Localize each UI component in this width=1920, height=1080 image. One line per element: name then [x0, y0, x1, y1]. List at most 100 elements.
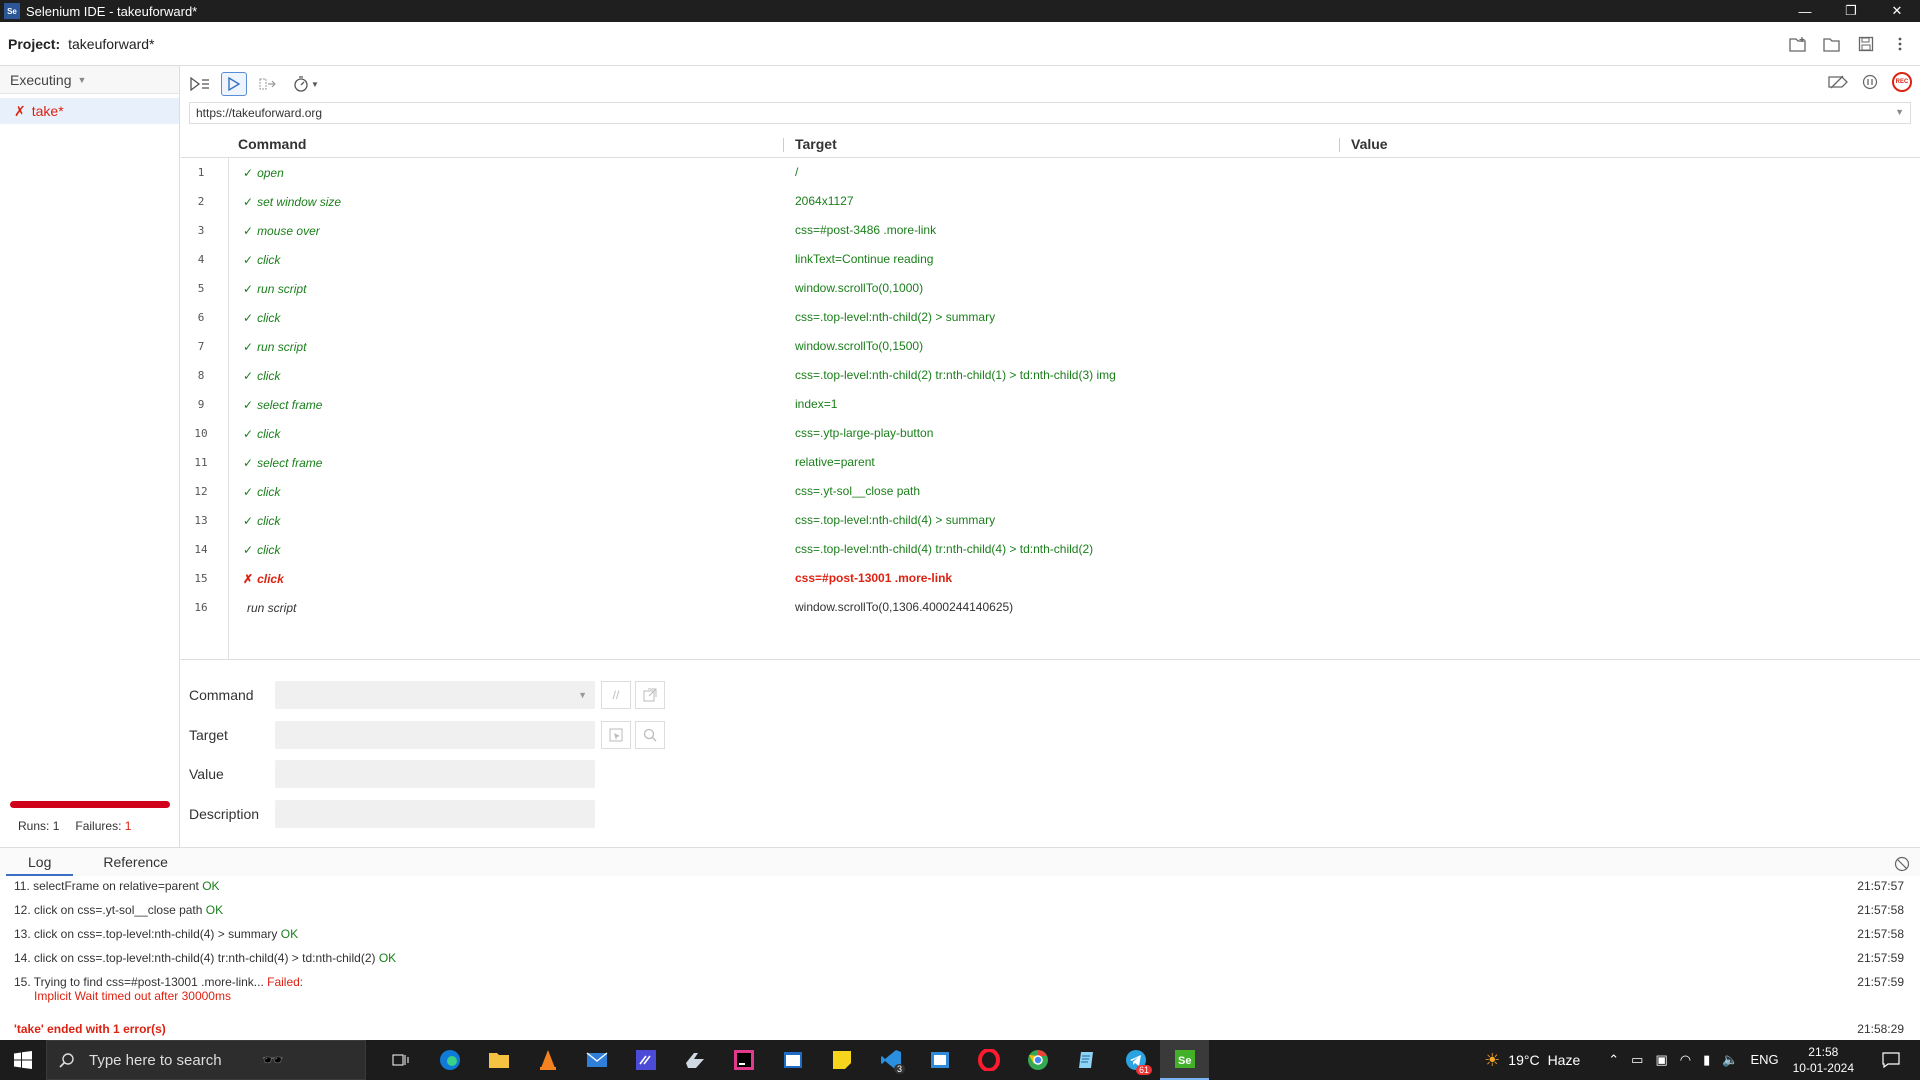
close-window-button[interactable]: ✕ [1874, 0, 1920, 22]
display-icon[interactable]: ▣ [1655, 1052, 1667, 1068]
mail-icon[interactable] [572, 1040, 621, 1080]
record-button-icon[interactable]: REC [1892, 72, 1912, 92]
runs-label: Runs: [18, 819, 50, 833]
file-explorer-icon[interactable] [474, 1040, 523, 1080]
base-url-input[interactable]: https://takeuforward.org ▼ [189, 102, 1911, 124]
command-name: click [257, 253, 281, 267]
check-icon: ✓ [243, 340, 254, 354]
edge-icon[interactable] [425, 1040, 474, 1080]
target-cell: relative=parent [795, 455, 875, 469]
select-target-icon[interactable] [601, 721, 631, 749]
chevron-down-icon[interactable]: ▼ [578, 690, 587, 700]
check-icon: ✓ [243, 166, 254, 180]
opera-icon[interactable] [964, 1040, 1013, 1080]
table-row[interactable]: 2 ✓ set window size 2064x1127 [181, 187, 1920, 216]
visual-studio-icon[interactable] [621, 1040, 670, 1080]
minimize-button[interactable]: — [1782, 0, 1828, 22]
vscode-icon[interactable]: 3 [866, 1040, 915, 1080]
clear-log-icon[interactable] [1892, 854, 1912, 874]
value-input[interactable] [275, 760, 595, 788]
speed-dropdown[interactable]: ▼ [289, 72, 323, 96]
notification-center-icon[interactable] [1876, 1052, 1906, 1068]
table-header: Command Target Value [181, 130, 1920, 158]
test-item-take[interactable]: ✗ take* [0, 98, 179, 124]
table-row[interactable]: 11 ✓ select frame relative=parent [181, 448, 1920, 477]
comment-toggle-button[interactable]: // [601, 681, 631, 709]
log-status: OK [205, 903, 224, 917]
new-project-icon[interactable] [1788, 34, 1808, 54]
intellij-icon[interactable] [719, 1040, 768, 1080]
more-options-icon[interactable] [1890, 34, 1910, 54]
target-input[interactable] [275, 721, 595, 749]
runs-count: Runs: 1 [18, 819, 59, 833]
command-cell: ✓ select frame [243, 456, 322, 470]
selenium-app-icon: Se [4, 3, 20, 19]
vlc-icon[interactable] [523, 1040, 572, 1080]
app-window-2-icon[interactable] [915, 1040, 964, 1080]
open-project-icon[interactable] [1822, 34, 1842, 54]
notepad-icon[interactable] [1062, 1040, 1111, 1080]
chevron-down-icon[interactable]: ▼ [1895, 107, 1904, 117]
table-row[interactable]: 12 ✓ click css=.yt-sol__close path [181, 477, 1920, 506]
taskbar-clock[interactable]: 21:58 10-01-2024 [1793, 1044, 1854, 1076]
battery-icon[interactable]: ▮ [1703, 1052, 1710, 1068]
show-hidden-icons-icon[interactable]: ⌃ [1608, 1052, 1619, 1068]
telegram-icon[interactable]: 61 [1111, 1040, 1160, 1080]
table-row[interactable]: 9 ✓ select frame index=1 [181, 390, 1920, 419]
run-current-test-button[interactable] [221, 72, 247, 96]
project-name[interactable]: takeuforward* [68, 36, 154, 52]
description-input[interactable] [275, 800, 595, 828]
tab-log[interactable]: Log [6, 854, 74, 876]
disable-breakpoints-icon[interactable] [1828, 72, 1848, 92]
table-row[interactable]: 3 ✓ mouse over css=#post-3486 .more-link [181, 216, 1920, 245]
table-row[interactable]: 8 ✓ click css=.top-level:nth-child(2) tr:nt… [181, 361, 1920, 390]
table-row[interactable]: 14 ✓ click css=.top-level:nth-child(4) tr:n… [181, 535, 1920, 564]
command-input[interactable]: ▼ [275, 681, 595, 709]
run-all-tests-button[interactable] [187, 72, 213, 96]
taskbar-search-box[interactable]: Type here to search 🕶️ [46, 1040, 366, 1080]
log-entry: 15. Trying to find css=#post-13001 .more… [14, 975, 1904, 1003]
command-cell: run script [243, 601, 296, 615]
line-number: 1 [197, 166, 205, 179]
find-target-icon[interactable] [635, 721, 665, 749]
restore-button[interactable]: ❐ [1828, 0, 1874, 22]
table-row[interactable]: 5 ✓ run script window.scrollTo(0,1000) [181, 274, 1920, 303]
open-reference-icon[interactable] [635, 681, 665, 709]
line-number: 5 [197, 282, 205, 295]
command-cell: ✗ click [243, 572, 284, 586]
log-status: OK [378, 951, 397, 965]
project-actions [1788, 34, 1910, 54]
chrome-icon[interactable] [1013, 1040, 1062, 1080]
app-window-icon[interactable] [768, 1040, 817, 1080]
table-row[interactable]: 15 ✗ click css=#post-13001 .more-link [181, 564, 1920, 593]
description-label: Description [189, 806, 260, 822]
table-row[interactable]: 7 ✓ run script window.scrollTo(0,1500) [181, 332, 1920, 361]
search-placeholder: Type here to search [89, 1051, 222, 1069]
runs-value: 1 [52, 819, 60, 833]
step-over-button[interactable] [255, 72, 281, 96]
selenium-ide-icon[interactable]: Se [1160, 1040, 1209, 1080]
tab-reference[interactable]: Reference [89, 854, 182, 876]
pause-on-exceptions-icon[interactable] [1860, 72, 1880, 92]
wifi-icon[interactable]: ◠ [1680, 1052, 1691, 1068]
windows-start-button[interactable] [0, 1040, 46, 1080]
table-row[interactable]: 13 ✓ click css=.top-level:nth-child(4) > su… [181, 506, 1920, 535]
log-text: 15. Trying to find css=#post-13001 .more… [14, 975, 268, 989]
log-text: 13. click on css=.top-level:nth-child(4)… [14, 927, 281, 941]
executing-dropdown[interactable]: Executing ▼ [0, 66, 179, 94]
check-icon: ✓ [243, 282, 254, 296]
sticky-notes-icon[interactable] [817, 1040, 866, 1080]
table-row[interactable]: 4 ✓ click linkText=Continue reading [181, 245, 1920, 274]
table-row[interactable]: 10 ✓ click css=.ytp-large-play-button [181, 419, 1920, 448]
task-view-icon[interactable] [376, 1040, 425, 1080]
meet-now-icon[interactable]: ▭ [1631, 1052, 1643, 1068]
table-row[interactable]: 1 ✓ open / [181, 158, 1920, 187]
save-project-icon[interactable] [1856, 34, 1876, 54]
weather-widget[interactable]: ☀ 19°C Haze [1484, 1050, 1580, 1071]
table-row[interactable]: 16 run script window.scrollTo(0,1306.40002… [181, 593, 1920, 622]
language-indicator[interactable]: ENG [1750, 1052, 1778, 1068]
table-row[interactable]: 6 ✓ click css=.top-level:nth-child(2) > sum… [181, 303, 1920, 332]
onedrive-icon[interactable] [670, 1040, 719, 1080]
volume-icon[interactable]: 🔈 [1722, 1052, 1738, 1068]
command-cell: ✓ open [243, 166, 284, 180]
